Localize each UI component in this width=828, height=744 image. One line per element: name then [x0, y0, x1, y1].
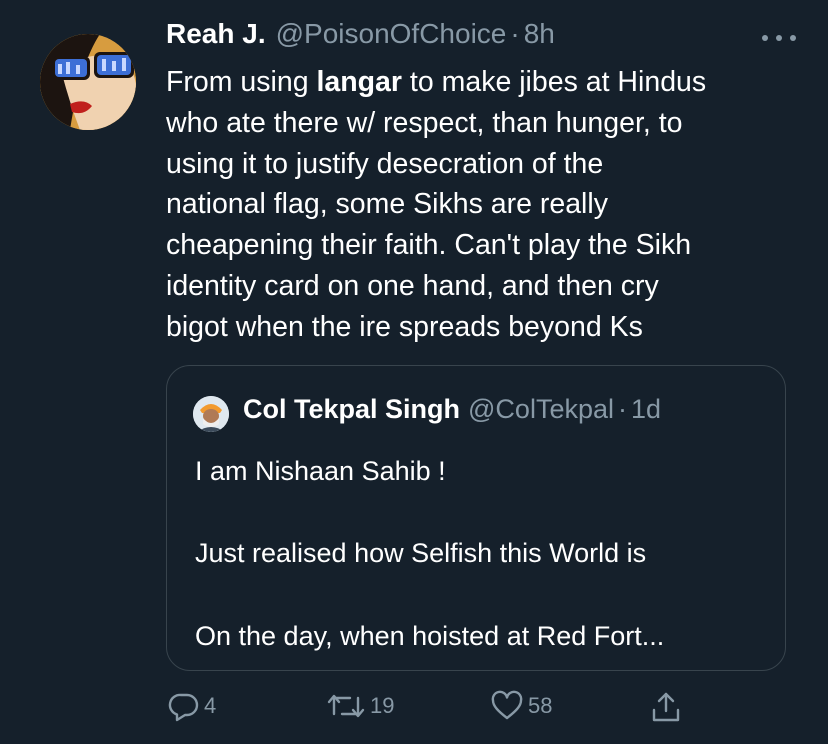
tweet-line: who ate there w/ respect, than hunger, t… [166, 106, 683, 139]
tweet-line: using it to justify desecration of the [166, 147, 604, 180]
tweet-actions: 4 19 58 [0, 690, 828, 730]
retweet-button[interactable]: 19 [326, 690, 394, 722]
quoted-author-name: Col Tekpal Singh [243, 394, 461, 424]
tweet-line: cheapening their faith. Can't play the S… [166, 229, 692, 262]
tweet-text: From using langar to make jibes at Hindu… [166, 62, 796, 348]
share-icon [650, 690, 682, 724]
separator-dot: · [617, 394, 627, 424]
tweet-line-end: to make jibes at Hindus [402, 66, 707, 98]
retweet-count: 19 [370, 693, 395, 718]
quoted-author-handle: @ColTekpal [468, 394, 614, 424]
tweet-header: Reah J. @PoisonOfChoice · 8h [166, 18, 796, 58]
tweet-line-start: From using [166, 66, 317, 98]
heart-icon [490, 690, 524, 722]
tweet-timestamp[interactable]: 8h [524, 18, 555, 50]
like-button[interactable]: 58 [490, 690, 552, 722]
quoted-tweet-card[interactable]: Col Tekpal Singh @ColTekpal · 1d I am Ni… [166, 365, 786, 671]
tweet-line: identity card on one hand, and then cry [166, 269, 659, 302]
reply-icon [168, 690, 200, 722]
more-horizontal-icon[interactable] [762, 32, 796, 44]
reply-count: 4 [204, 693, 217, 718]
tweet-line: national flag, some Sikhs are really [166, 188, 608, 221]
tweet-bold-word: langar [316, 66, 402, 98]
author-handle[interactable]: @PoisonOfChoice [276, 18, 507, 50]
like-count: 58 [528, 693, 553, 718]
quoted-tweet-timestamp: 1d [630, 394, 662, 424]
tweet-line: From using langar to make jibes at Hindu… [166, 62, 796, 103]
author-avatar[interactable] [40, 34, 136, 130]
author-name[interactable]: Reah J. [166, 18, 266, 50]
quoted-tweet-line: Just realised how Selfish this World is [195, 538, 647, 568]
share-button[interactable] [650, 690, 682, 724]
retweet-icon [326, 690, 366, 722]
quoted-author-avatar [193, 396, 229, 432]
tweet-line: bigot when the ire spreads beyond Ks [166, 310, 643, 343]
reply-button[interactable]: 4 [168, 690, 216, 722]
separator-dot: · [510, 18, 520, 49]
tweet-body: Reah J. @PoisonOfChoice · 8h From using … [166, 18, 796, 348]
quoted-tweet-line: On the day, when hoisted at Red Fort... [195, 621, 665, 651]
quoted-tweet-line: I am Nishaan Sahib ! [195, 456, 446, 486]
quoted-tweet-header: Col Tekpal Singh @ColTekpal · 1d [243, 394, 661, 425]
